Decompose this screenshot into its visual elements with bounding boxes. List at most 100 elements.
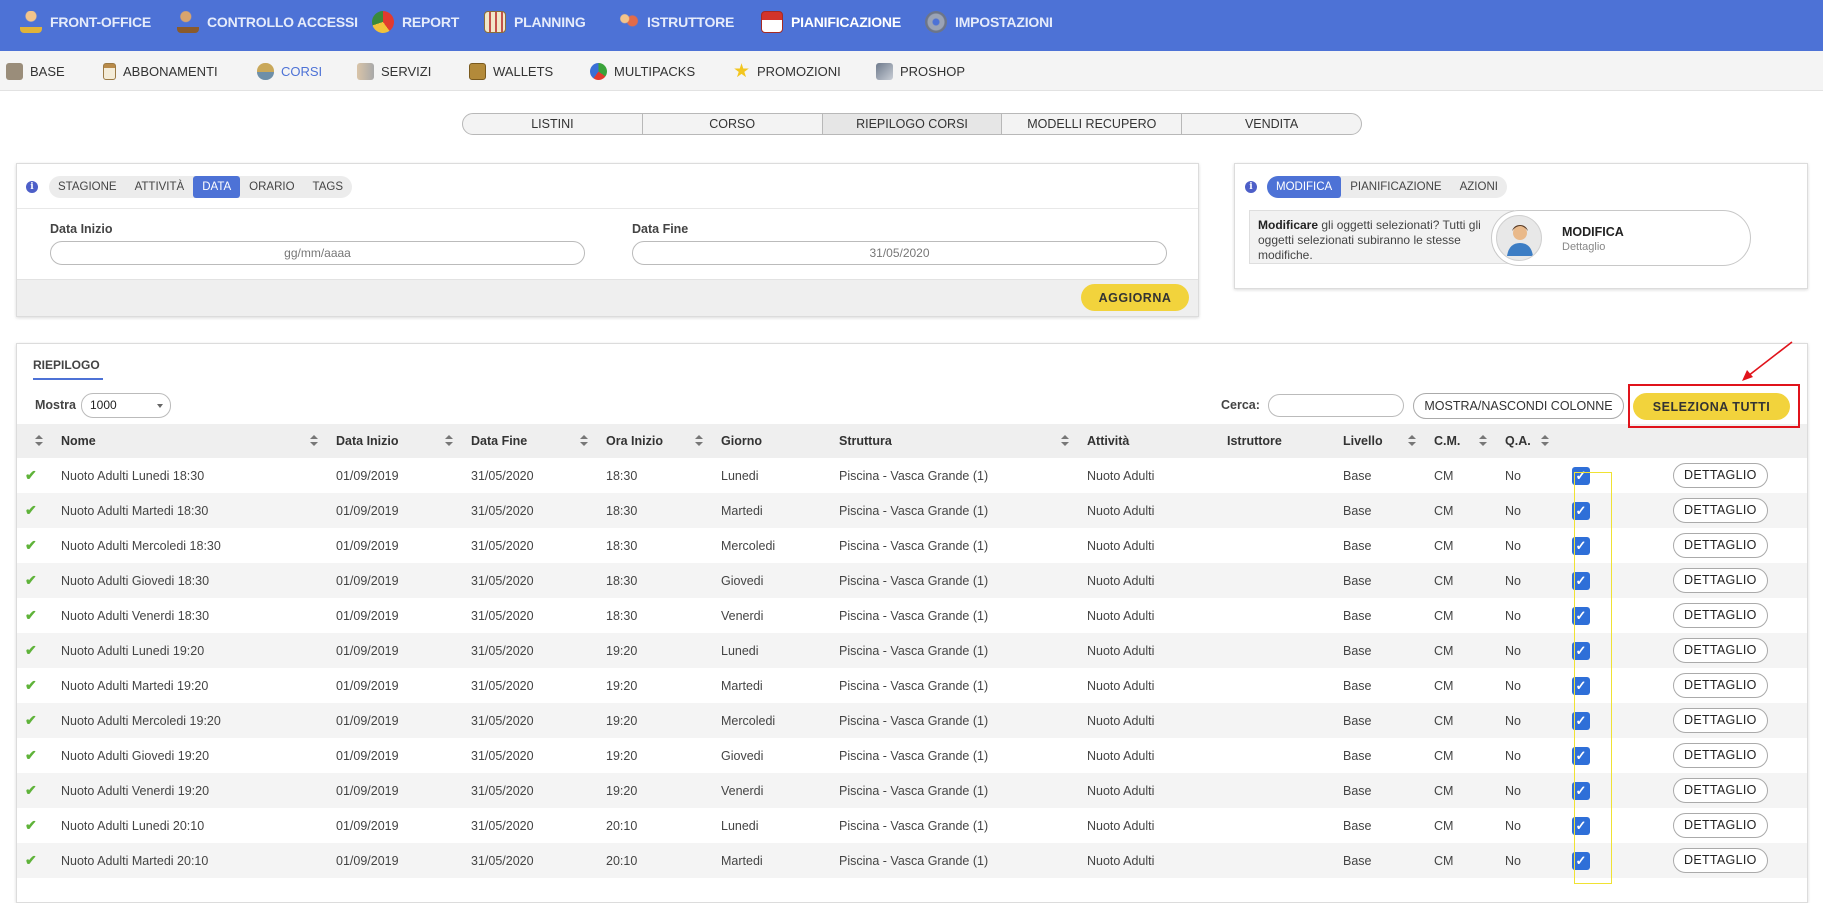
subnav-base[interactable]: BASE [6,51,65,91]
subnav-proshop[interactable]: PROSHOP [876,51,965,91]
cell-inizio: 01/09/2019 [336,643,399,658]
col-nome[interactable]: Nome [53,424,328,458]
table-row[interactable]: ✔ Nuoto Adulti Giovedi 19:20 01/09/2019 31/… [17,738,1807,773]
show-entries-select[interactable]: 1000 [81,393,171,418]
nav-controllo-accessi[interactable]: CONTROLLO ACCESSI [177,0,358,44]
cell-giorno: Martedi [721,503,763,518]
detail-button[interactable]: DETTAGLIO [1673,603,1768,628]
row-checkbox[interactable]: ✓ [1572,501,1590,520]
cards-icon [876,62,893,80]
annotation-arrow-icon [1742,341,1793,381]
table-row[interactable]: ✔ Nuoto Adulti Lunedi 19:20 01/09/2019 31/0… [17,633,1807,668]
search-input[interactable] [1268,394,1404,417]
col-ora-inizio[interactable]: Ora Inizio [598,424,713,458]
table-row[interactable]: ✔ Nuoto Adulti Mercoledi 18:30 01/09/2019 3… [17,528,1807,563]
cell-istruttore [1219,598,1335,633]
col-livello[interactable]: Livello [1335,424,1426,458]
table-row[interactable]: ✔ Nuoto Adulti Venerdi 18:30 01/09/2019 31/… [17,598,1807,633]
table-row[interactable]: ✔ Nuoto Adulti Martedi 18:30 01/09/2019 31/… [17,493,1807,528]
row-checkbox[interactable]: ✓ [1572,676,1590,695]
cell-giorno: Venerdi [721,783,764,798]
select-cell: ✓ [1565,528,1648,563]
row-checkbox[interactable]: ✓ [1572,781,1590,800]
col-data-inizio[interactable]: Data Inizio [328,424,463,458]
col-struttura[interactable]: Struttura [831,424,1079,458]
tab-vendita[interactable]: VENDITA [1182,114,1361,134]
action-tab-azioni[interactable]: AZIONI [1451,176,1507,198]
nav-report[interactable]: REPORT [372,0,459,44]
filter-tab-attivita[interactable]: ATTIVITÀ [126,176,194,198]
subnav-promozioni[interactable]: ★ PROMOZIONI [733,51,841,91]
row-checkbox[interactable]: ✓ [1572,746,1590,765]
filter-tab-orario[interactable]: ORARIO [240,176,303,198]
col-data-fine[interactable]: Data Fine [463,424,598,458]
filter-tab-data[interactable]: DATA [193,176,241,198]
action-tab-pianificazione[interactable]: PIANIFICAZIONE [1341,176,1450,198]
detail-button[interactable]: DETTAGLIO [1673,778,1768,803]
subnav-servizi[interactable]: SERVIZI [357,51,431,91]
col-cm[interactable]: C.M. [1426,424,1497,458]
cell-inizio: 01/09/2019 [336,503,399,518]
subnav-multipacks[interactable]: MULTIPACKS [590,51,695,91]
summary-tab-title[interactable]: RIEPILOGO [33,358,103,380]
tab-listini[interactable]: LISTINI [463,114,643,134]
detail-button[interactable]: DETTAGLIO [1673,673,1768,698]
row-checkbox[interactable]: ✓ [1572,641,1590,660]
handshake-icon [357,62,374,80]
nav-impostazioni[interactable]: IMPOSTAZIONI [925,0,1053,44]
detail-button[interactable]: DETTAGLIO [1673,463,1768,488]
row-checkbox[interactable]: ✓ [1572,606,1590,625]
row-checkbox[interactable]: ✓ [1572,536,1590,555]
row-checkbox[interactable]: ✓ [1572,466,1590,485]
detail-button[interactable]: DETTAGLIO [1673,638,1768,663]
row-checkbox[interactable]: ✓ [1572,851,1590,870]
col-qa[interactable]: Q.A. [1497,424,1565,458]
start-date-input[interactable]: gg/mm/aaaa [50,241,585,265]
subnav-wallets[interactable]: WALLETS [469,51,553,91]
info-icon[interactable]: i [26,181,38,193]
detail-button[interactable]: DETTAGLIO [1673,813,1768,838]
table-row[interactable]: ✔ Nuoto Adulti Giovedi 18:30 01/09/2019 31/… [17,563,1807,598]
tab-modelli-recupero[interactable]: MODELLI RECUPERO [1002,114,1183,134]
table-row[interactable]: ✔ Nuoto Adulti Martedi 20:10 01/09/2019 31/… [17,843,1807,878]
table-row[interactable]: ✔ Nuoto Adulti Lunedi 18:30 01/09/2019 31/0… [17,458,1807,493]
detail-button[interactable]: DETTAGLIO [1673,743,1768,768]
sort-icon [1408,435,1416,447]
subnav-abbonamenti[interactable]: ABBONAMENTI [103,51,218,91]
detail-button[interactable]: DETTAGLIO [1673,533,1768,558]
filter-tab-tags[interactable]: TAGS [304,176,352,198]
end-date-input[interactable]: 31/05/2020 [632,241,1167,265]
nav-istruttore[interactable]: ISTRUTTORE [617,0,734,44]
row-checkbox[interactable]: ✓ [1572,816,1590,835]
modify-detail-card[interactable]: MODIFICA Dettaglio [1491,210,1751,266]
row-checkbox[interactable]: ✓ [1572,571,1590,590]
filter-tab-stagione[interactable]: STAGIONE [49,176,126,198]
col-status[interactable] [17,424,53,458]
info-icon[interactable]: i [1245,181,1257,193]
table-row[interactable]: ✔ Nuoto Adulti Lunedi 20:10 01/09/2019 31/0… [17,808,1807,843]
detail-button[interactable]: DETTAGLIO [1673,568,1768,593]
col-giorno[interactable]: Giorno [713,424,831,458]
cell-nome: Nuoto Adulti Martedi 20:10 [61,853,209,868]
update-button[interactable]: AGGIORNA [1081,284,1189,311]
table-row[interactable]: ✔ Nuoto Adulti Martedi 19:20 01/09/2019 31/… [17,668,1807,703]
row-checkbox[interactable]: ✓ [1572,711,1590,730]
table-row[interactable]: ✔ Nuoto Adulti Mercoledi 19:20 01/09/2019 3… [17,703,1807,738]
nav-front-office[interactable]: FRONT-OFFICE [20,0,151,44]
status-check-icon: ✔ [17,703,53,738]
col-attivita[interactable]: Attività [1079,424,1219,458]
nav-pianificazione[interactable]: PIANIFICAZIONE [761,0,901,44]
detail-button[interactable]: DETTAGLIO [1673,848,1768,873]
detail-button[interactable]: DETTAGLIO [1673,498,1768,523]
tab-riepilogo-corsi[interactable]: RIEPILOGO CORSI [822,114,1003,134]
detail-button[interactable]: DETTAGLIO [1673,708,1768,733]
avatar [1496,215,1542,261]
action-tab-modifica[interactable]: MODIFICA [1267,176,1342,198]
subnav-corsi[interactable]: CORSI [257,51,322,91]
nav-planning[interactable]: PLANNING [484,0,586,44]
tab-corso[interactable]: CORSO [643,114,823,134]
toggle-columns-button[interactable]: MOSTRA/NASCONDI COLONNE [1413,393,1624,419]
cell-cm: CM [1434,678,1454,693]
col-istruttore[interactable]: Istruttore [1219,424,1335,458]
table-row[interactable]: ✔ Nuoto Adulti Venerdi 19:20 01/09/2019 31/… [17,773,1807,808]
